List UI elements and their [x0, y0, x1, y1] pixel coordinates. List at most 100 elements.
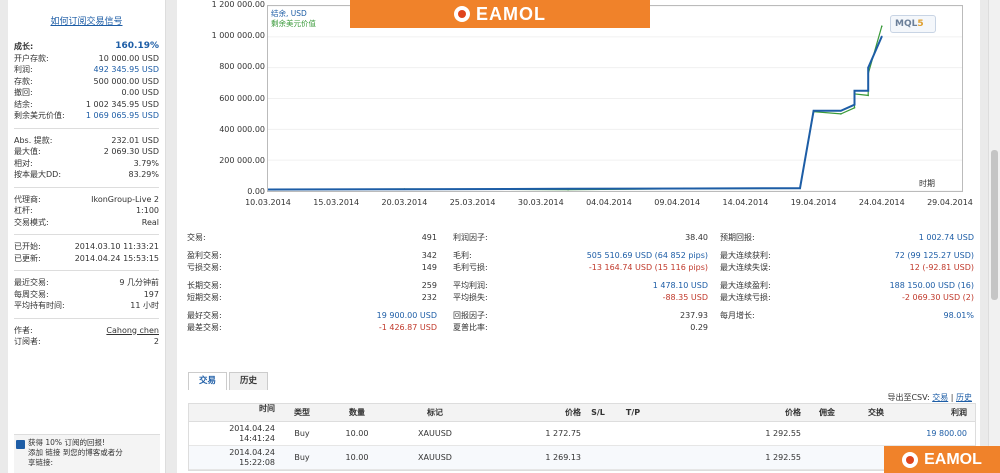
legend-balance[interactable]: 结余, USD	[271, 9, 316, 19]
stat-row: 毛利亏损: -13 164.74 USD (15 116 pips)	[453, 262, 708, 274]
col-tp[interactable]: T/P	[615, 404, 655, 421]
cell-symbol: XAUUSD	[418, 453, 452, 462]
x-tick-label: 25.03.2014	[449, 198, 496, 207]
stat-row: 每月增长: 98.01%	[720, 310, 974, 322]
stat-label: 毛利亏损:	[453, 263, 488, 272]
stat-row: 已更新: 2014.04.24 15:53:15	[14, 253, 159, 265]
scrollbar-thumb[interactable]	[991, 150, 998, 300]
col-swap[interactable]: 交换	[853, 404, 903, 421]
stat-row: 结余: 1 002 345.95 USD	[14, 99, 159, 111]
csv-trades-link[interactable]: 交易	[932, 393, 948, 402]
col-profit[interactable]: 利润	[903, 404, 975, 421]
eamol-watermark-bottom: EAMOL	[884, 446, 1000, 473]
cell-date: 2014.04.24	[229, 447, 275, 457]
stat-value: Real	[141, 217, 159, 227]
stat-row: 最近交易: 9 几分钟前	[14, 277, 159, 289]
col-symbol[interactable]: 标记	[389, 404, 485, 421]
stat-label: 每周交易:	[14, 289, 49, 299]
stat-label: 最差交易:	[187, 323, 222, 332]
stat-label: 最大连续失误:	[720, 263, 771, 272]
legend-equity[interactable]: 剩余美元价值	[271, 19, 316, 29]
stat-row: 最差交易: -1 426.87 USD	[187, 322, 437, 334]
tab-trades[interactable]: 交易	[188, 372, 228, 390]
page-scrollbar[interactable]	[988, 0, 1000, 473]
col-price-close[interactable]: 价格	[655, 404, 805, 421]
col-commission[interactable]: 佣金	[805, 404, 853, 421]
stat-row: 剩余美元价值: 1 069 065.95 USD	[14, 110, 159, 122]
stat-value: 237.93	[680, 311, 708, 320]
table-body: 2014.04.24 14:41:24 Buy 10.00 XAUUSD 1 272.75…	[189, 422, 975, 470]
stat-value: 10 000.00 USD	[98, 53, 159, 63]
stat-value: 1 069 065.95 USD	[85, 111, 159, 120]
x-tick-label: 19.04.2014	[790, 198, 837, 207]
stat-row: 回报因子: 237.93	[453, 310, 708, 322]
stat-label: 最好交易:	[187, 311, 222, 320]
main-content: 0.00 200 000.00 400 000.00 600 000.00 800 00…	[177, 0, 980, 473]
col-time[interactable]: 时间	[189, 404, 279, 421]
stat-row: 最大连续获利: 72 (99 125.27 USD)	[720, 250, 974, 262]
cell-volume: 10.00	[345, 453, 369, 462]
mql5-logo: MQL5	[890, 15, 936, 33]
stat-label: 短期交易:	[187, 293, 222, 302]
stat-row: 盈利交易: 342	[187, 250, 437, 262]
stat-row: 利润: 492 345.95 USD	[14, 64, 159, 76]
data-point	[812, 110, 815, 112]
stat-row: 平均持有时间: 11 小时	[14, 300, 159, 312]
stat-row: 杠杆: 1:100	[14, 205, 159, 217]
csv-history-link[interactable]: 历史	[956, 393, 972, 402]
stat-value: 9 几分钟前	[119, 278, 159, 287]
x-tick-label: 29.04.2014	[927, 198, 973, 207]
x-tick-label: 20.03.2014	[381, 198, 428, 207]
tab-history[interactable]: 历史	[229, 372, 269, 390]
col-price[interactable]: 价格	[485, 404, 585, 421]
col-volume[interactable]: 数量	[329, 404, 389, 421]
divider	[14, 186, 159, 188]
data-point	[867, 66, 869, 69]
cell-profit: 19 800.00	[926, 429, 967, 438]
page: 如何订阅交易信号 成长: 160.19% 开户存款: 10 000.00 USD 利润:…	[0, 0, 1000, 473]
stat-value: 2014.04.24 15:53:15	[74, 253, 159, 263]
col-sl[interactable]: S/L	[585, 404, 615, 421]
stat-label: 长期交易:	[187, 281, 222, 290]
divider	[14, 127, 159, 129]
x-axis-title: 时期	[919, 179, 935, 188]
stat-row: 每周交易: 197	[14, 289, 159, 301]
subscribe-link[interactable]: 如何订阅交易信号	[50, 17, 122, 27]
stat-row: 最大连续亏损: -2 069.30 USD (2)	[720, 292, 974, 304]
stat-label: 最近交易:	[14, 278, 49, 287]
stat-row: 最大连续失误: 12 (-92.81 USD)	[720, 262, 974, 274]
table-row[interactable]: 2014.04.24 14:41:24 Buy 10.00 XAUUSD 1 272.75…	[189, 422, 975, 446]
stats-column-2: 利润因子: 38.40 毛利: 505 510.69 USD (64 852 pips…	[453, 232, 708, 334]
watermark-text: EAMOL	[476, 3, 546, 24]
stat-row: 平均损失: -88.35 USD	[453, 292, 708, 304]
csv-separator: |	[950, 393, 954, 402]
x-tick-label: 30.03.2014	[517, 198, 564, 207]
stat-value: 232.01 USD	[111, 135, 159, 145]
balance-chart: 0.00 200 000.00 400 000.00 600 000.00 800 00…	[177, 0, 980, 215]
stat-row: Abs. 提款: 232.01 USD	[14, 135, 159, 147]
stat-label: 回报因子:	[453, 311, 488, 320]
promo-line-2[interactable]: 添加 链接 到您的博客或者分	[28, 448, 158, 458]
col-type[interactable]: 类型	[279, 404, 329, 421]
subscribers-row: 订阅者: 2	[14, 336, 159, 348]
stat-label: 交易模式:	[14, 217, 49, 227]
y-tick-label: 1 000 000.00	[211, 31, 265, 41]
table-row[interactable]: 2014.04.24 15:22:08 Buy 10.00 XAUUSD 1 269.13…	[189, 446, 975, 470]
table-header: 时间 类型 数量 标记 价格 S/L T/P 价格 佣金 交换 利润	[189, 404, 975, 422]
stat-label: 毛利:	[453, 251, 472, 260]
author-link[interactable]: Cahong chen	[106, 325, 159, 337]
stat-value: 149	[421, 263, 437, 272]
stat-label: 杠杆:	[14, 206, 33, 215]
stats-column-1: 交易: 491 盈利交易: 342 亏损交易: 149 长期交易: 259 短期交易: 232 最好…	[187, 232, 437, 334]
data-point	[867, 94, 869, 97]
stat-value: 492 345.95 USD	[93, 65, 159, 74]
stat-value: 2014.03.10 11:33:21	[74, 242, 159, 251]
stat-value: 197	[143, 289, 159, 299]
stat-row: 预期回报: 1 002.74 USD	[720, 232, 974, 244]
stat-row: 按本最大DD: 83.29%	[14, 169, 159, 181]
y-tick-label: 0.00	[247, 187, 265, 196]
cell-time: 2014.04.24 14:41:24	[189, 424, 279, 444]
stat-label: 撤回:	[14, 88, 33, 97]
stat-label: 相对:	[14, 158, 33, 168]
cell-type: Buy	[294, 453, 310, 462]
